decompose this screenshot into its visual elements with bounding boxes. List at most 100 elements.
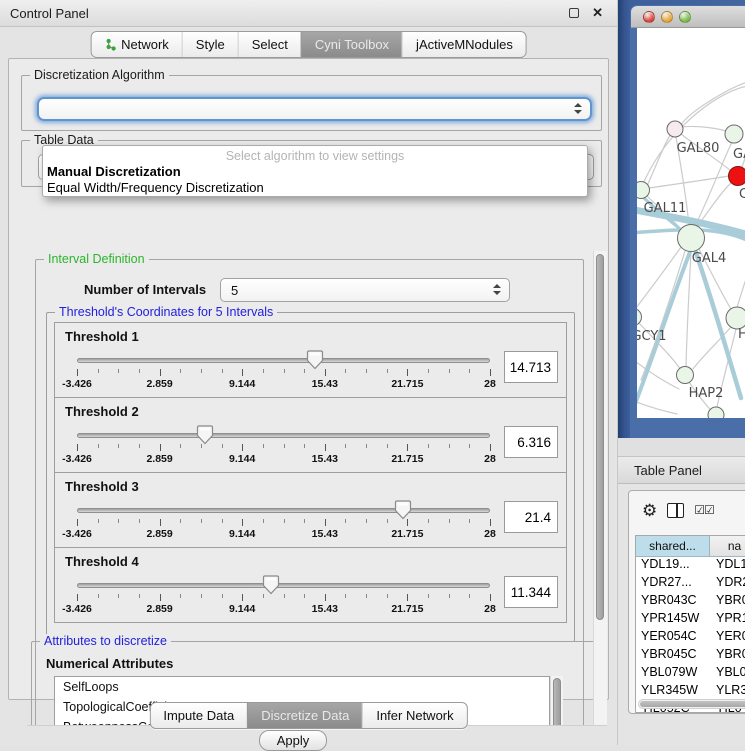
settings-scrollbar[interactable] — [593, 251, 607, 726]
slider-tick-label: 9.144 — [229, 528, 255, 540]
table-row[interactable]: YPR145WYPR1 — [636, 611, 745, 629]
node-table: shared... na YDL19...YDL1YDR27...YDR2YBR… — [635, 535, 745, 713]
network-node[interactable] — [667, 121, 683, 137]
table-row[interactable]: YBR045CYBR0 — [636, 647, 745, 665]
close-window-icon[interactable] — [643, 11, 655, 23]
tab-discretize-data[interactable]: Discretize Data — [247, 703, 362, 728]
control-panel-titlebar: Control Panel ✕ — [0, 0, 617, 27]
network-node[interactable] — [729, 167, 745, 186]
tab-infer-network[interactable]: Infer Network — [362, 703, 466, 728]
slider-tick-label: 2.859 — [146, 378, 172, 390]
slider-tick-label: 2.859 — [146, 603, 172, 615]
network-node[interactable] — [708, 407, 724, 418]
threshold-label: Threshold 4 — [65, 554, 139, 569]
close-panel-icon[interactable]: ✕ — [592, 5, 603, 21]
network-node[interactable] — [637, 182, 650, 199]
table-row[interactable]: YDL19...YDL1 — [636, 557, 745, 575]
table-panel: ⚙ ☑☑ shared... na YDL19...YDL1YDR27...YD… — [618, 484, 745, 745]
slider-tick-label: 15.43 — [312, 528, 338, 540]
table-row[interactable]: YBL079WYBL0 — [636, 665, 745, 683]
table-row[interactable]: YER054CYER0 — [636, 629, 745, 647]
threshold-slider[interactable]: -3.4262.8599.14415.4321.71528 — [77, 424, 490, 470]
threshold-label: Threshold 3 — [65, 479, 139, 494]
slider-tick-label: -3.426 — [62, 453, 92, 465]
node-label: C — [739, 187, 745, 202]
tab-impute-data[interactable]: Impute Data — [150, 703, 247, 728]
tab-cyni-toolbox[interactable]: Cyni Toolbox — [301, 32, 402, 57]
threshold-block: Threshold 4 -3.4262.8599.14415.4321.71528… — [54, 547, 567, 623]
column-header-name[interactable]: na — [710, 536, 745, 556]
threshold-value-field[interactable]: 6.316 — [504, 426, 558, 458]
table-panel-titlebar: Table Panel — [618, 456, 745, 484]
network-node[interactable] — [725, 125, 743, 143]
algorithm-options: Manual DiscretizationEqual Width/Frequen… — [43, 163, 587, 195]
attribute-list-item[interactable]: SelfLoops — [55, 677, 549, 697]
algorithm-dropdown-hint: Select algorithm to view settings — [43, 146, 587, 163]
slider-track[interactable] — [77, 583, 490, 588]
threshold-label: Threshold 1 — [65, 329, 139, 344]
table-hscrollbar[interactable] — [638, 699, 745, 709]
node-label: HA — [738, 327, 745, 342]
network-node[interactable] — [726, 307, 745, 329]
combo-arrows-icon — [493, 284, 501, 296]
threshold-slider[interactable]: -3.4262.8599.14415.4321.71528 — [77, 349, 490, 395]
table-header: shared... na — [636, 536, 745, 557]
slider-thumb[interactable] — [197, 425, 214, 450]
threshold-block: Threshold 3-3.4262.8599.14415.4321.71528… — [54, 472, 567, 548]
network-window-titlebar — [631, 6, 745, 28]
threshold-value-field[interactable]: 21.4 — [504, 501, 558, 533]
control-panel-title: Control Panel — [10, 6, 89, 21]
algorithm-dropdown-popup: Select algorithm to view settings Manual… — [42, 145, 588, 197]
slider-thumb[interactable] — [395, 500, 412, 525]
slider-tick-label: 21.715 — [391, 603, 423, 615]
attributes-group-label: Attributes to discretize — [40, 634, 171, 648]
slider-tick-label: 28 — [484, 528, 496, 540]
slider-track[interactable] — [77, 358, 490, 363]
slider-tick-label: 15.43 — [312, 453, 338, 465]
table-row[interactable]: YDR27...YDR2 — [636, 575, 745, 593]
settings-scroll-area: Interval Definition Number of Intervals … — [27, 251, 607, 726]
threshold-slider[interactable]: -3.4262.8599.14415.4321.71528 — [77, 499, 490, 545]
apply-button[interactable]: Apply — [259, 730, 327, 751]
threshold-value-field[interactable]: 11.344 — [504, 576, 558, 608]
node-label: GAL4 — [692, 251, 726, 266]
slider-thumb[interactable] — [263, 575, 280, 600]
threshold-value-field[interactable]: 14.713 — [504, 351, 558, 383]
panel-gap — [618, 438, 745, 456]
number-of-intervals-combobox[interactable]: 5 — [220, 278, 510, 302]
slider-tick-label: -3.426 — [62, 603, 92, 615]
minimize-window-icon[interactable] — [661, 11, 673, 23]
tab-network[interactable]: Network — [91, 32, 182, 57]
network-node[interactable] — [637, 309, 642, 326]
gear-icon[interactable]: ⚙ — [642, 502, 657, 519]
tab-select[interactable]: Select — [238, 32, 301, 57]
columns-icon[interactable] — [667, 503, 684, 518]
slider-thumb[interactable] — [307, 350, 324, 375]
network-view-canvas[interactable]: GAL80GACGAL11GAL4GCY1HAHAP2 — [637, 28, 745, 418]
tab-jactivemnodules[interactable]: jActiveMNodules — [402, 32, 526, 57]
table-row[interactable]: YBR043CYBR0 — [636, 593, 745, 611]
network-node[interactable] — [677, 367, 694, 384]
threshold-coordinates-group: Threshold's Coordinates for 5 Intervals … — [46, 312, 575, 642]
slider-tick-label: -3.426 — [62, 528, 92, 540]
attributes-list-scrollbar[interactable] — [550, 676, 563, 726]
network-window: GAL80GACGAL11GAL4GCY1HAHAP2 — [630, 5, 745, 438]
slider-track[interactable] — [77, 433, 490, 438]
node-label: HAP2 — [689, 386, 724, 401]
node-label: GAL80 — [677, 141, 720, 156]
column-header-shared-name[interactable]: shared... — [636, 536, 710, 556]
threshold-slider[interactable]: -3.4262.8599.14415.4321.71528 — [77, 574, 490, 620]
slider-tick-label: 21.715 — [391, 378, 423, 390]
algorithm-combobox[interactable] — [37, 97, 592, 121]
select-columns-icon[interactable]: ☑☑ — [694, 503, 714, 517]
tab-style[interactable]: Style — [182, 32, 238, 57]
algorithm-option[interactable]: Equal Width/Frequency Discretization — [43, 179, 587, 195]
algorithm-option[interactable]: Manual Discretization — [43, 163, 587, 179]
network-node[interactable] — [678, 225, 705, 252]
threshold-list: Threshold 1-3.4262.8599.14415.4321.71528… — [54, 323, 567, 623]
float-panel-icon[interactable] — [569, 8, 579, 18]
slider-track[interactable] — [77, 508, 490, 513]
table-panel-title: Table Panel — [634, 463, 702, 478]
zoom-window-icon[interactable] — [679, 11, 691, 23]
cyni-toolbox-panel: Discretization Algorithm Table Data galF… — [8, 58, 609, 700]
